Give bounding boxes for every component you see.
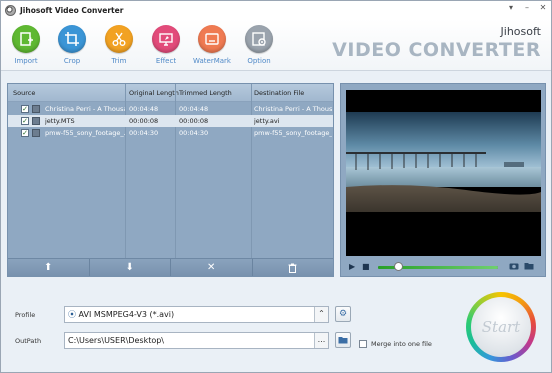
folder-icon [338,337,348,344]
option-button[interactable]: Option [239,25,279,65]
effect-label: Effect [155,57,177,65]
import-icon [12,25,40,53]
player-controls: ▶ ■ [341,256,545,276]
trash-icon [288,263,297,273]
row-original-length: 00:04:48 [129,105,159,113]
arrow-up-icon: ⬆ [44,262,53,273]
start-button-face: Start [471,297,531,357]
window-title: Jihosoft Video Converter [20,5,124,15]
app-window: Jihosoft Video Converter ▾ – ✕ Import Cr… [0,0,552,373]
merge-option[interactable]: Merge into one file [359,340,432,348]
row-destination: jetty.avi [254,117,280,125]
profile-value: AVI MSMPEG4-V3 (*.avi) [78,310,175,319]
video-file-icon [32,117,40,125]
column-original-length[interactable]: Original Length [129,89,179,97]
effect-icon [152,25,180,53]
start-label: Start [481,318,521,336]
row-source: pmw-f55_sony_footage_... [45,129,125,137]
row-source: Christina Perri - A Thousa... [45,105,125,113]
row-checkbox[interactable]: ✓ [21,117,29,125]
menu-dropdown-icon[interactable]: ▾ [506,3,516,12]
merge-label: Merge into one file [371,340,432,348]
stop-button[interactable]: ■ [362,262,370,271]
row-original-length: 00:00:08 [129,117,159,125]
row-trimmed-length: 00:04:48 [179,105,209,113]
crop-label: Crop [63,57,81,65]
video-file-icon [32,105,40,113]
move-down-button[interactable]: ⬇ [90,259,171,276]
trim-button[interactable]: Trim [99,25,139,65]
crop-icon [58,25,86,53]
start-button[interactable]: Start [466,292,536,362]
brand-logo: Jihosoft VIDEO CONVERTER [332,25,541,61]
effect-button[interactable]: Effect [146,25,186,65]
file-row[interactable]: ✓ pmw-f55_sony_footage_... 00:04:30 00:0… [8,127,333,139]
title-bar: Jihosoft Video Converter ▾ – ✕ [1,1,551,19]
app-logo-icon [5,4,16,16]
toolbar: Import Crop Trim Effect WaterMark Option… [1,19,551,71]
column-source[interactable]: Source [13,89,35,97]
outpath-value: C:\Users\USER\Desktop\ [68,336,165,345]
import-button[interactable]: Import [6,25,46,65]
video-frame-image [346,90,541,256]
gear-icon: ⚙ [338,309,348,319]
scissors-icon [105,25,133,53]
merge-checkbox[interactable] [359,340,367,348]
brand-name: Jihosoft [500,25,541,38]
play-button[interactable]: ▶ [349,262,355,271]
row-checkbox[interactable]: ✓ [21,105,29,113]
row-checkbox[interactable]: ✓ [21,129,29,137]
file-row-selected[interactable]: ✓ jetty.MTS 00:00:08 00:00:08 jetty.avi [8,115,333,127]
column-trimmed-length[interactable]: Trimmed Length [179,89,232,97]
file-list-header: Source Original Length Trimmed Length De… [8,84,333,102]
file-list-panel: Source Original Length Trimmed Length De… [7,83,334,277]
profile-settings-button[interactable]: ⚙ [335,306,351,322]
clear-button[interactable] [253,259,334,276]
output-settings: Profile ⦿ AVI MSMPEG4-V3 (*.avi) ⌃ ⚙ Out… [1,284,551,372]
file-list-toolbar: ⬆ ⬇ ✕ [8,258,333,276]
remove-button[interactable]: ✕ [171,259,253,276]
video-preview[interactable] [346,90,541,256]
watermark-button[interactable]: WaterMark [192,25,232,65]
video-file-icon [32,129,40,137]
film-reel-icon: ⦿ [68,310,76,319]
trim-label: Trim [111,57,127,65]
brand-product: VIDEO CONVERTER [332,39,541,61]
row-original-length: 00:04:30 [129,129,159,137]
chevron-up-icon[interactable]: ⌃ [314,307,328,322]
seek-handle[interactable] [394,262,404,271]
import-label: Import [14,57,38,65]
row-trimmed-length: 00:00:08 [179,117,209,125]
close-icon: ✕ [207,262,216,273]
row-trimmed-length: 00:04:30 [179,129,209,137]
row-destination: pmw-f55_sony_footage_... [254,129,332,137]
watermark-label: WaterMark [193,57,231,65]
option-label: Option [247,57,271,65]
move-up-button[interactable]: ⬆ [8,259,90,276]
profile-label: Profile [15,311,36,319]
minimize-button[interactable]: – [522,3,532,12]
watermark-icon [198,25,226,53]
file-row[interactable]: ✓ Christina Perri - A Thousa... 00:04:48… [8,103,333,115]
arrow-down-icon: ⬇ [125,262,134,273]
profile-select[interactable]: ⦿ AVI MSMPEG4-V3 (*.avi) ⌃ [64,306,329,323]
close-window-button[interactable]: ✕ [538,3,548,12]
open-folder-button[interactable] [335,332,351,348]
snapshot-icon[interactable] [509,262,519,270]
browse-button[interactable]: ... [314,333,328,348]
crop-button[interactable]: Crop [52,25,92,65]
outpath-label: OutPath [15,337,42,345]
preview-panel: ▶ ■ [340,83,546,277]
outpath-input[interactable]: C:\Users\USER\Desktop\ ... [64,332,329,349]
row-destination: Christina Perri - A Thous... [254,105,332,113]
folder-icon[interactable] [524,262,534,270]
gear-icon [245,25,273,53]
column-destination-file[interactable]: Destination File [254,89,304,97]
row-source: jetty.MTS [45,117,75,125]
window-controls: ▾ – ✕ [506,3,548,12]
